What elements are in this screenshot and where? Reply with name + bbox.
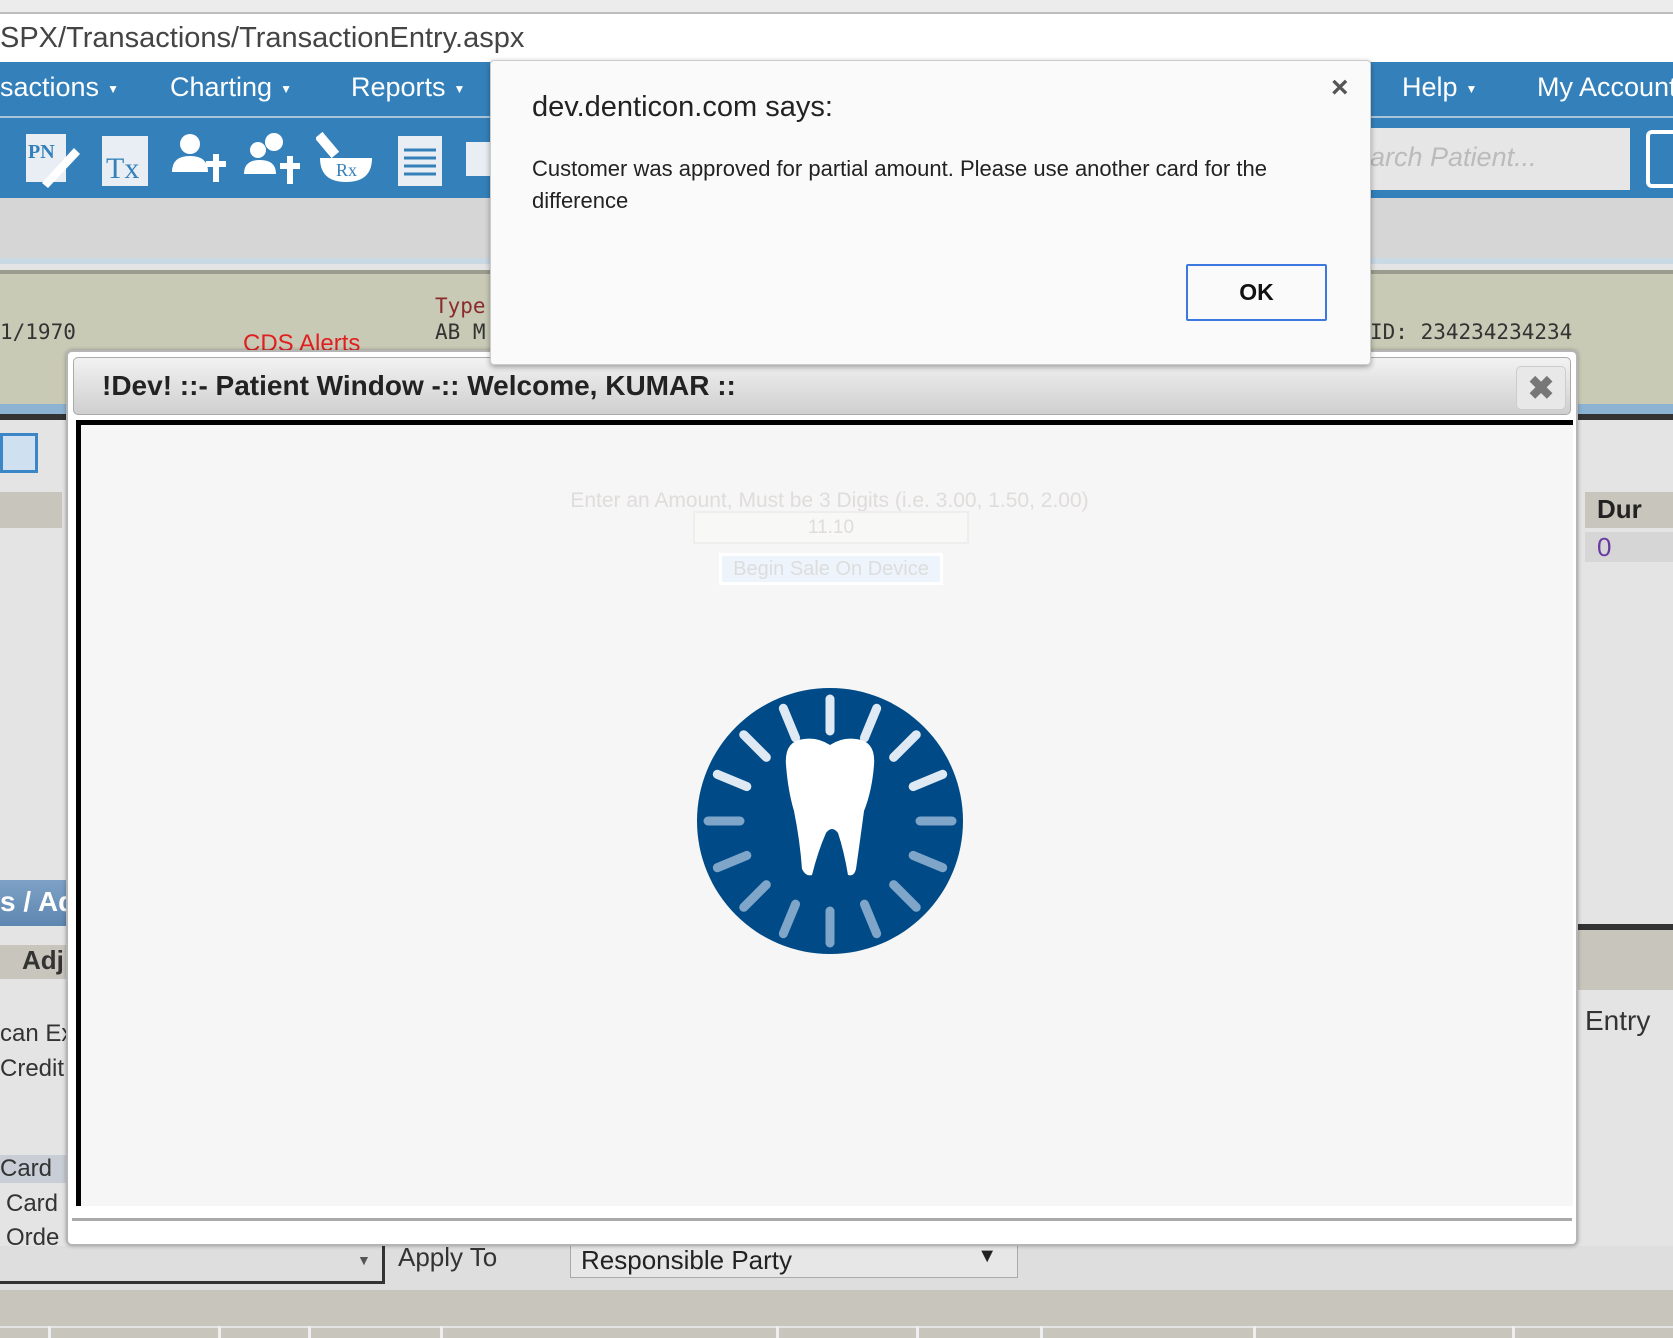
close-icon[interactable]: ✖ [1516,366,1566,410]
apply-to-label: Apply To [398,1242,498,1272]
dur-column-header: Dur [1585,492,1673,528]
svg-text:Rx: Rx [336,160,357,180]
address-text: SPX/Transactions/TransactionEntry.aspx [0,22,525,54]
add-family-member-icon[interactable] [242,128,302,188]
column-separator [916,1326,919,1338]
dur-value[interactable]: 0 [1585,532,1673,562]
column-separator [308,1326,311,1338]
section-band [0,1290,1673,1326]
treatment-icon[interactable]: Tx [96,128,156,188]
nav-charting[interactable]: Charting ▼ [170,72,292,103]
nav-reports[interactable]: Reports ▼ [351,72,465,103]
list-item[interactable]: Credit [0,1055,66,1083]
column-separator [48,1326,51,1338]
selected-value: Responsible Party [581,1245,792,1275]
caret-down-icon: ▼ [280,81,292,96]
column-separator [218,1326,221,1338]
nav-label: sactions [0,72,100,102]
add-button[interactable] [1646,130,1673,188]
nav-label: Charting [170,72,273,102]
table-header [0,1328,1673,1338]
browser-top-strip [0,0,1673,14]
list-item[interactable]: can Ex [0,1020,66,1048]
column-separator [776,1326,779,1338]
address-bar[interactable]: SPX/Transactions/TransactionEntry.aspx [0,14,1673,62]
notes-icon[interactable] [390,128,450,188]
svg-text:PN: PN [28,141,55,163]
panel-header [1578,930,1673,990]
column-separator [1512,1326,1515,1338]
alert-title: dev.denticon.com says: [532,91,833,123]
ok-button[interactable]: OK [1186,264,1327,321]
left-select[interactable] [0,1246,385,1284]
alert-message: Customer was approved for partial amount… [532,156,1267,213]
nav-transactions[interactable]: sactions ▼ [0,72,119,103]
caret-down-icon: ▼ [107,81,119,96]
entry-label: Entry [1585,1005,1651,1036]
apply-to-select[interactable]: Responsible Party ▼ [570,1244,1018,1278]
divider [72,1218,1572,1221]
column-separator [1253,1326,1256,1338]
add-patient-icon[interactable] [168,128,228,188]
search-patient-input[interactable]: arch Patient... [1330,128,1630,190]
svg-text:Tx: Tx [106,152,139,185]
patient-window-content: Enter an Amount, Must be 3 Digits (i.e. … [76,420,1573,1206]
patient-dob: 1/1970 [0,320,76,344]
left-panel [0,420,66,1260]
adjustments-header: s / Ad [0,880,66,926]
adj-label: Adj [22,945,64,975]
patient-window-title: !Dev! ::- Patient Window -:: Welcome, KU… [102,370,736,401]
progress-notes-icon[interactable]: PN [22,128,82,188]
prescription-icon[interactable]: Rx [316,128,376,188]
column-separator [440,1326,443,1338]
patient-id: ID: 234234234234 [1370,320,1573,344]
column-separator [1040,1326,1043,1338]
type-value: AB M [435,320,486,344]
nav-label: Reports [351,72,446,102]
nav-label: Help [1402,72,1458,102]
amount-label: Enter an Amount, Must be 3 Digits (i.e. … [570,489,1089,512]
tooth-logo-icon [697,688,963,954]
nav-label: My Account [1537,72,1673,102]
alert-dialog: × dev.denticon.com says: Customer was ap… [490,60,1371,365]
caret-down-icon: ▼ [1465,81,1478,96]
search-placeholder: arch Patient... [1370,142,1537,172]
adj-radio[interactable]: Adj [0,945,66,979]
list-item[interactable]: Card [0,1155,66,1183]
dropdown-arrow-icon: ▼ [977,1245,997,1267]
calendar-icon[interactable] [0,433,38,473]
type-label: Type [435,294,486,318]
header-text: s / Ad [0,886,66,917]
table-header [0,492,62,528]
chevron-down-icon[interactable]: ▼ [357,1252,371,1268]
patient-window: !Dev! ::- Patient Window -:: Welcome, KU… [66,350,1578,1246]
list-item[interactable]: Card [6,1190,72,1218]
patient-window-titlebar[interactable]: !Dev! ::- Patient Window -:: Welcome, KU… [73,357,1571,415]
nav-help[interactable]: Help ▼ [1402,72,1477,103]
nav-my-account[interactable]: My Account [1537,72,1673,103]
amount-input[interactable] [693,511,969,544]
close-icon[interactable]: × [1331,71,1349,105]
caret-down-icon: ▼ [453,81,466,96]
begin-sale-button[interactable]: Begin Sale On Device [719,553,943,585]
